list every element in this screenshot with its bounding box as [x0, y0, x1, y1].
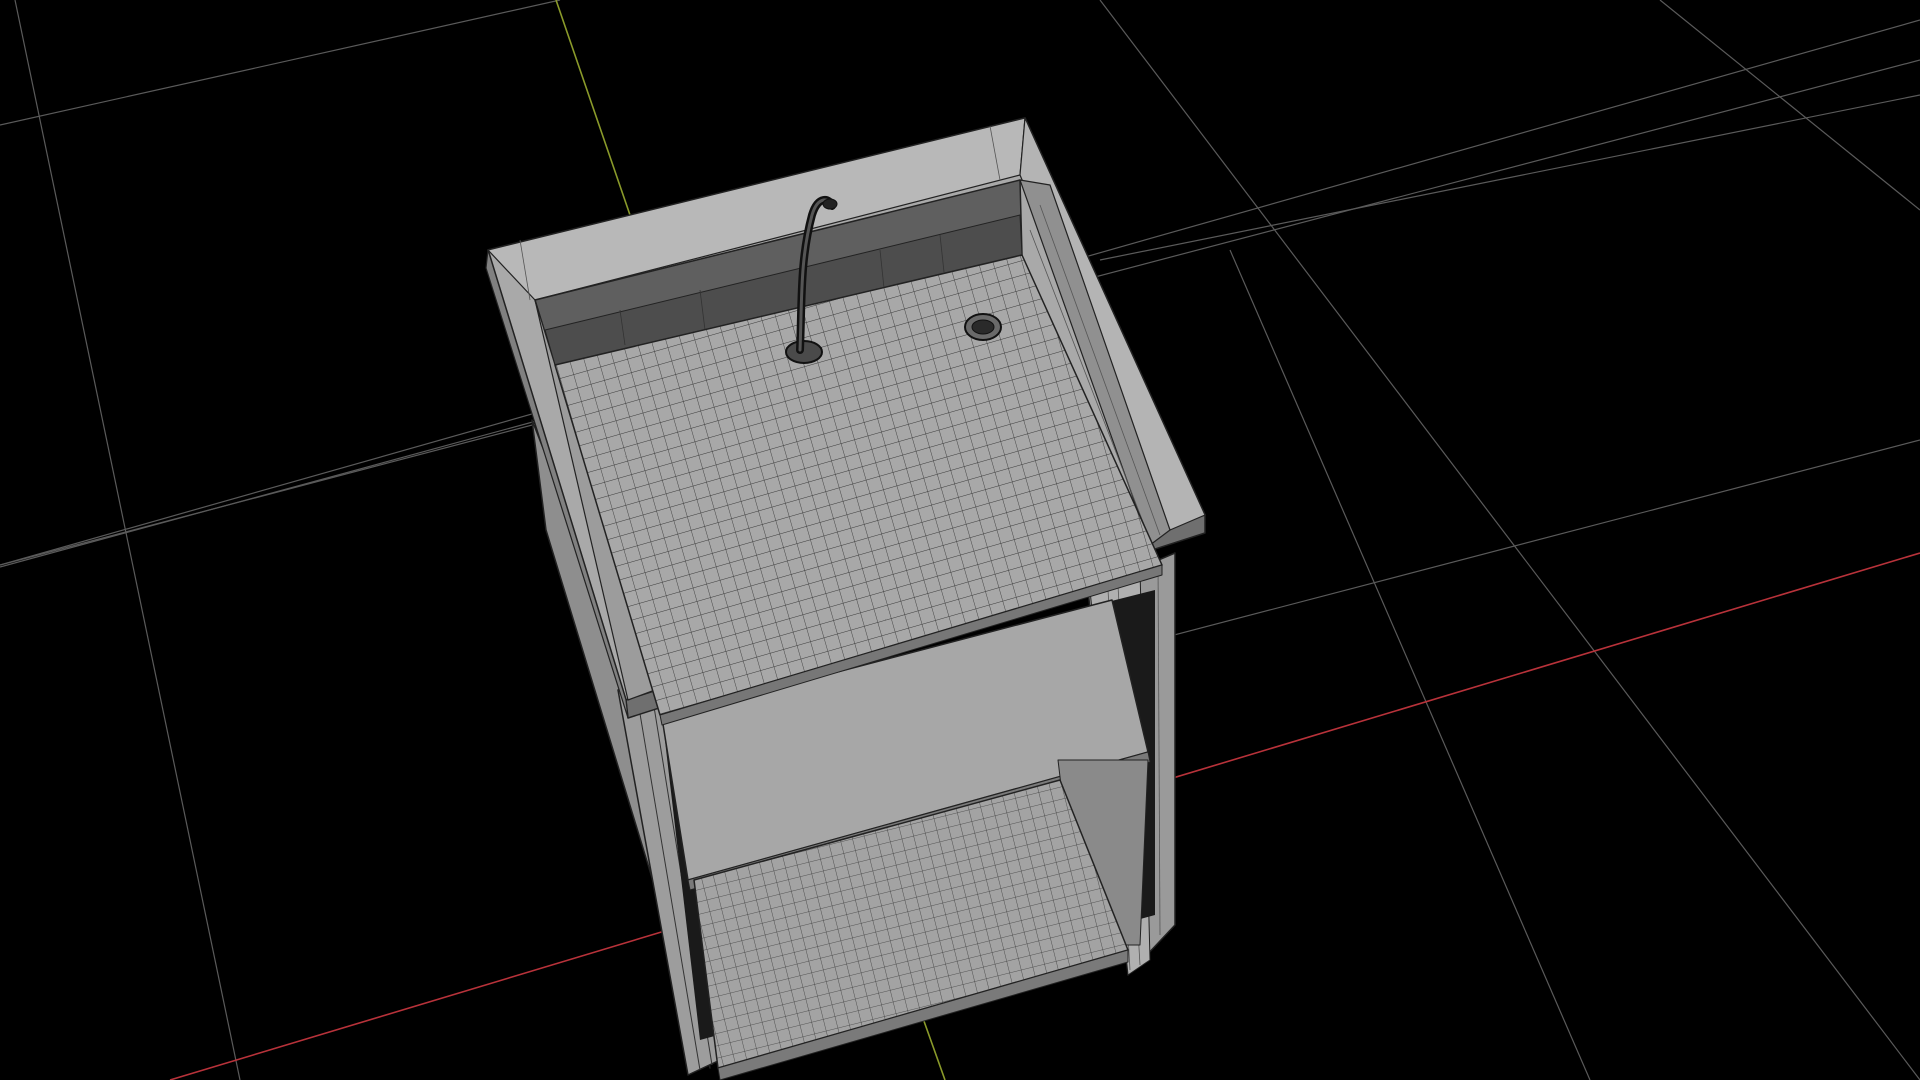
- sink-cabinet-model[interactable]: [485, 117, 1206, 1080]
- viewport-canvas[interactable]: [0, 0, 1920, 1080]
- 3d-viewport[interactable]: [0, 0, 1920, 1080]
- y-axis-line: [555, 0, 631, 216]
- drain[interactable]: [964, 313, 1002, 341]
